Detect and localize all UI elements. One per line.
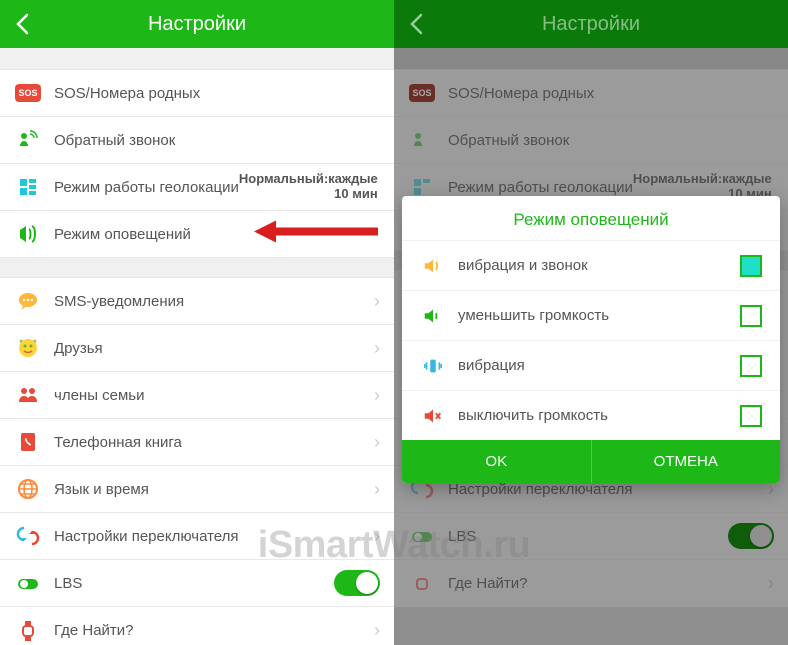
option-vibration[interactable]: вибрация <box>402 340 780 390</box>
speaker-mute-icon <box>420 403 446 429</box>
geolocation-icon <box>14 173 42 201</box>
gap <box>0 48 394 70</box>
chevron-right-icon: › <box>374 291 380 312</box>
row-alerts[interactable]: Режим оповещений <box>0 211 394 258</box>
row-geolocation[interactable]: Режим работы геолокации Нормальный:кажды… <box>0 164 394 211</box>
row-sms[interactable]: SMS-уведомления › <box>0 278 394 325</box>
gap <box>0 258 394 278</box>
option-label: вибрация и звонок <box>458 257 740 274</box>
row-callback[interactable]: Обратный звонок <box>0 117 394 164</box>
checkbox-checked[interactable] <box>740 255 762 277</box>
checkbox[interactable] <box>740 405 762 427</box>
alert-mode-modal: Режим оповещений вибрация и звонок умень… <box>402 196 780 483</box>
ok-button[interactable]: OK <box>402 440 592 483</box>
header: Настройки <box>0 0 394 48</box>
row-friends[interactable]: Друзья › <box>0 325 394 372</box>
row-sos[interactable]: SOS SOS/Номера родных <box>0 70 394 117</box>
globe-icon <box>14 475 42 503</box>
family-icon <box>14 381 42 409</box>
row-label: Где Найти? <box>54 622 370 639</box>
row-label: Язык и время <box>54 481 370 498</box>
callback-icon <box>14 126 42 154</box>
header: Настройки <box>394 0 788 48</box>
chevron-right-icon: › <box>374 432 380 453</box>
option-vibration-ring[interactable]: вибрация и звонок <box>402 240 780 290</box>
row-switch[interactable]: Настройки переключателя › <box>0 513 394 560</box>
option-label: выключить громкость <box>458 407 740 424</box>
row-label: Режим работы геолокации <box>54 179 239 196</box>
row-value: Нормальный:каждые 10 мин <box>239 172 378 202</box>
row-find[interactable]: Где Найти? › <box>0 607 394 645</box>
settings-list: SOS SOS/Номера родных Обратный звонок Ре… <box>0 70 394 645</box>
checkbox[interactable] <box>740 355 762 377</box>
chevron-right-icon: › <box>374 620 380 641</box>
option-label: уменьшить громкость <box>458 307 740 324</box>
chevron-right-icon: › <box>374 385 380 406</box>
header-title: Настройки <box>0 13 394 36</box>
row-label: Телефонная книга <box>54 434 370 451</box>
sos-icon: SOS <box>14 79 42 107</box>
row-family[interactable]: члены семьи › <box>0 372 394 419</box>
sms-icon <box>14 287 42 315</box>
row-label: Режим оповещений <box>54 226 380 243</box>
phone-left: Настройки SOS SOS/Номера родных Обратный… <box>0 0 394 645</box>
row-lbs[interactable]: LBS <box>0 560 394 607</box>
watch-icon <box>14 617 42 645</box>
chevron-right-icon: › <box>374 479 380 500</box>
lbs-toggle-icon <box>14 569 42 597</box>
row-label: члены семьи <box>54 387 370 404</box>
vibration-icon <box>420 353 446 379</box>
alerts-icon <box>14 220 42 248</box>
chevron-right-icon: › <box>374 526 380 547</box>
option-label: вибрация <box>458 357 740 374</box>
row-label: SOS/Номера родных <box>54 85 380 102</box>
cancel-button[interactable]: ОТМЕНА <box>592 440 781 483</box>
row-phonebook[interactable]: Телефонная книга › <box>0 419 394 466</box>
modal-buttons: OK ОТМЕНА <box>402 440 780 483</box>
lbs-switch[interactable] <box>334 570 380 596</box>
chevron-right-icon: › <box>374 338 380 359</box>
phone-right: Настройки SOS SOS/Номера родных Обратный… <box>394 0 788 645</box>
row-label: LBS <box>54 575 334 592</box>
row-label: SMS-уведомления <box>54 293 370 310</box>
speaker-sound-icon <box>420 253 446 279</box>
friends-icon <box>14 334 42 362</box>
speaker-low-icon <box>420 303 446 329</box>
header-title: Настройки <box>394 13 788 36</box>
phonebook-icon <box>14 428 42 456</box>
row-label: Настройки переключателя <box>54 528 370 545</box>
row-label: Друзья <box>54 340 370 357</box>
switch-icon <box>14 522 42 550</box>
option-mute[interactable]: выключить громкость <box>402 390 780 440</box>
row-label: Обратный звонок <box>54 132 380 149</box>
option-lower-volume[interactable]: уменьшить громкость <box>402 290 780 340</box>
row-language[interactable]: Язык и время › <box>0 466 394 513</box>
checkbox[interactable] <box>740 305 762 327</box>
modal-title: Режим оповещений <box>402 196 780 240</box>
